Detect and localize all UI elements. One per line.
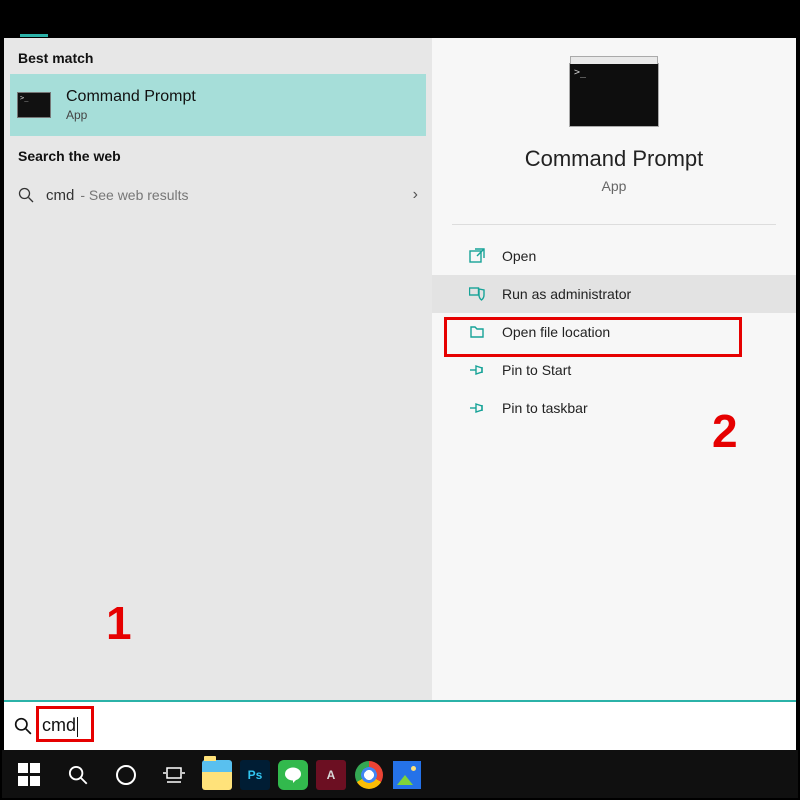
open-icon: [468, 248, 486, 264]
search-input-row[interactable]: cmd: [4, 700, 796, 750]
windows-logo-icon: [18, 763, 42, 787]
autocad-button[interactable]: A: [316, 760, 346, 790]
search-icon: [14, 717, 32, 735]
start-button[interactable]: [6, 751, 54, 799]
best-match-title: Command Prompt: [66, 88, 196, 106]
action-list: Open Run as administrator Open file loca…: [432, 237, 796, 427]
web-query-text: cmd: [46, 187, 74, 204]
task-view-button[interactable]: [150, 751, 198, 799]
search-web-heading: Search the web: [4, 136, 432, 172]
line-app-button[interactable]: [278, 760, 308, 790]
command-prompt-icon: [18, 93, 50, 117]
command-prompt-icon: [570, 64, 658, 126]
action-pin-to-start[interactable]: Pin to Start: [432, 351, 796, 389]
action-open-file-location[interactable]: Open file location: [432, 313, 796, 351]
results-column: Best match Command Prompt App Search the…: [4, 38, 432, 704]
action-open[interactable]: Open: [432, 237, 796, 275]
web-result-row[interactable]: cmd - See web results ›: [4, 172, 432, 218]
taskbar-search-button[interactable]: [54, 751, 102, 799]
preview-icon-wrap: [432, 64, 796, 126]
separator: [452, 224, 776, 225]
preview-subtitle: App: [432, 178, 796, 194]
web-hint-text: - See web results: [80, 187, 188, 203]
action-label: Pin to Start: [502, 362, 571, 378]
search-input-value: cmd: [42, 715, 76, 735]
action-label: Pin to taskbar: [502, 400, 588, 416]
action-pin-to-taskbar[interactable]: Pin to taskbar: [432, 389, 796, 427]
action-label: Open: [502, 248, 536, 264]
photoshop-button[interactable]: Ps: [240, 760, 270, 790]
task-view-icon: [162, 765, 186, 785]
chrome-icon: [355, 761, 383, 789]
chevron-right-icon: ›: [413, 186, 418, 204]
file-explorer-button[interactable]: [202, 760, 232, 790]
line-icon: [284, 766, 302, 784]
text-caret: [77, 717, 78, 737]
taskbar: Ps A: [0, 750, 800, 800]
preview-title: Command Prompt: [432, 146, 796, 172]
action-label: Run as administrator: [502, 286, 631, 302]
best-match-result[interactable]: Command Prompt App: [10, 74, 426, 136]
start-search-panel: Best match Command Prompt App Search the…: [4, 4, 796, 750]
search-input[interactable]: cmd: [42, 715, 78, 736]
photos-button[interactable]: [392, 760, 422, 790]
pin-icon: [468, 400, 486, 416]
cortana-button[interactable]: [102, 751, 150, 799]
search-icon: [68, 765, 88, 785]
action-label: Open file location: [502, 324, 610, 340]
best-match-heading: Best match: [4, 38, 432, 74]
best-match-text: Command Prompt App: [66, 88, 196, 122]
preview-column: Command Prompt App Open Run as administr…: [432, 38, 796, 704]
search-icon: [18, 187, 34, 203]
chrome-button[interactable]: [354, 760, 384, 790]
active-tab-indicator: [20, 34, 48, 37]
pin-icon: [468, 362, 486, 378]
search-tabs-bar: [4, 4, 796, 38]
photos-icon: [393, 761, 421, 789]
folder-icon: [468, 324, 486, 340]
best-match-subtitle: App: [66, 108, 196, 122]
cortana-icon: [116, 765, 136, 785]
action-run-as-admin[interactable]: Run as administrator: [432, 275, 796, 313]
shield-icon: [468, 286, 486, 302]
